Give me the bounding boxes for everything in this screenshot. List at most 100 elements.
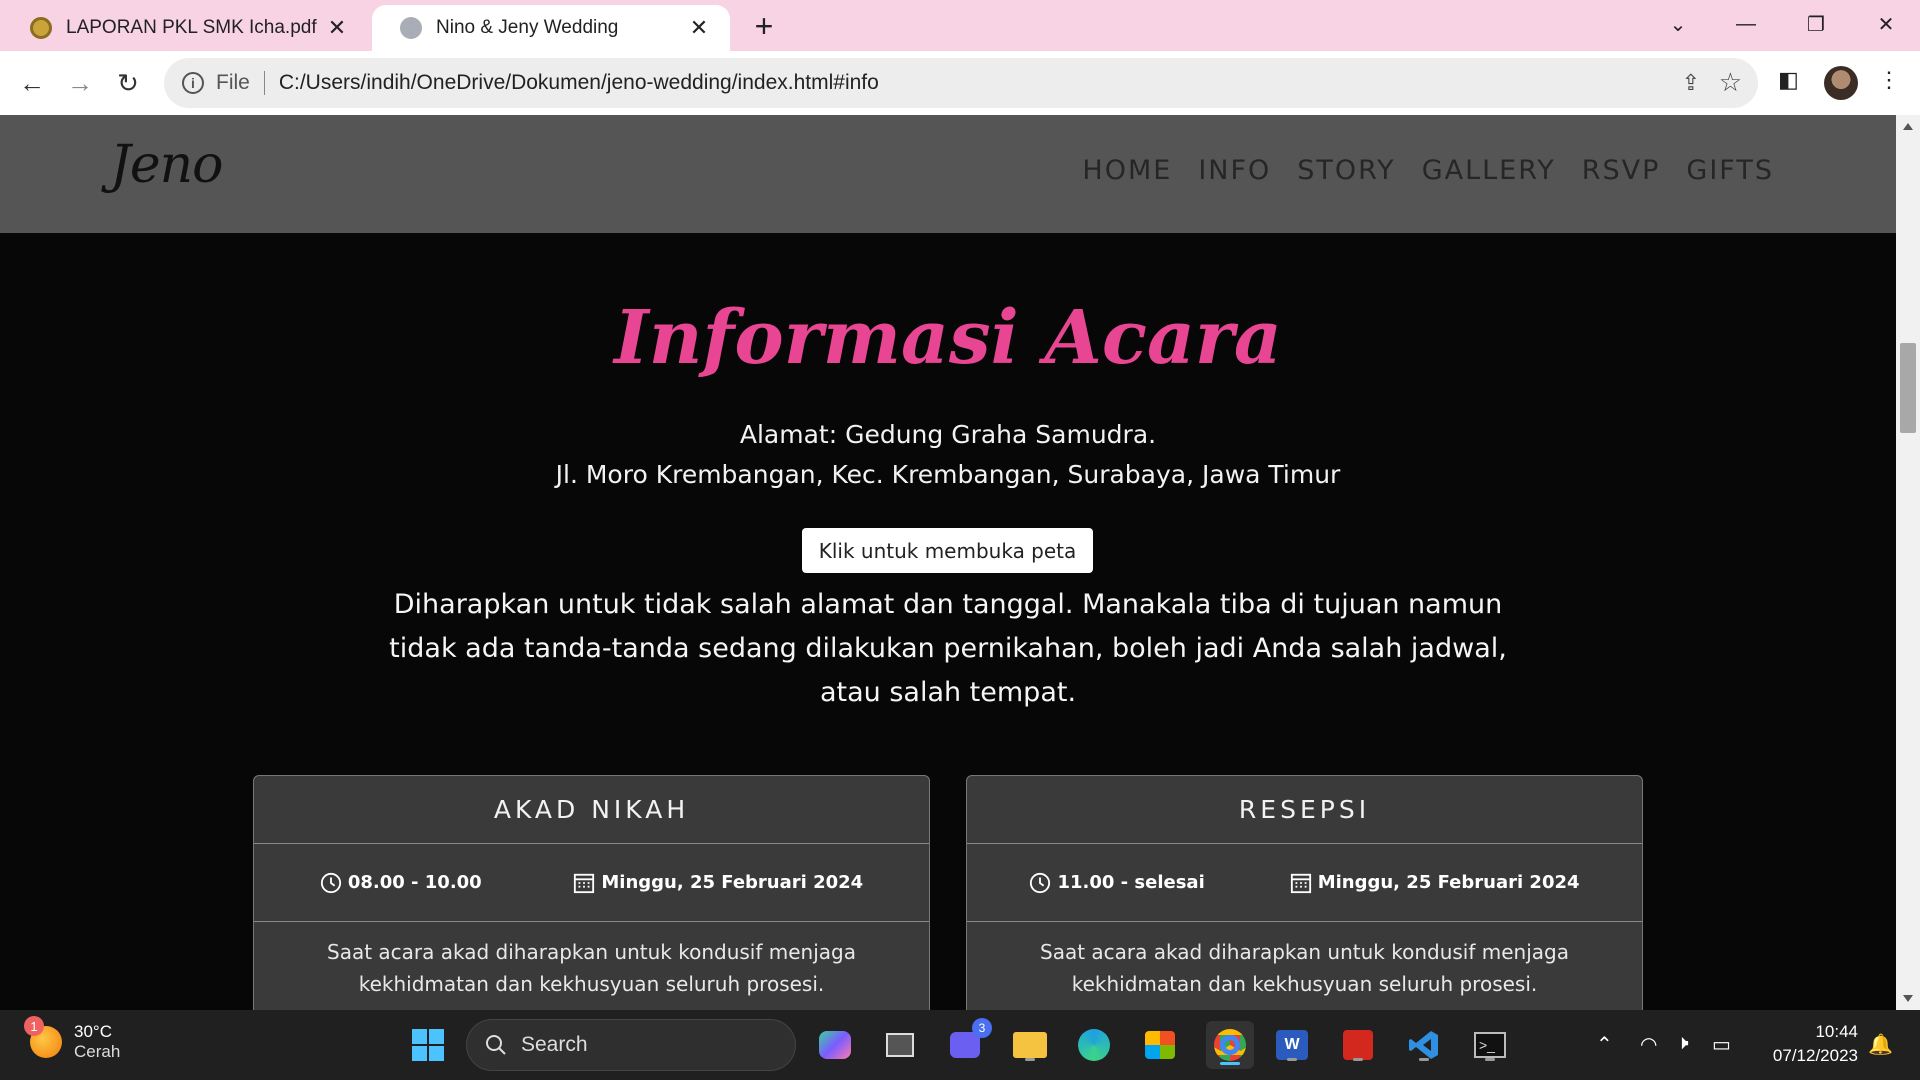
page-scrollbar[interactable] xyxy=(1896,115,1920,1010)
volume-muted-icon[interactable]: 🕨 xyxy=(1676,1032,1689,1055)
scroll-up-icon[interactable] xyxy=(1903,123,1913,130)
teams-badge: 3 xyxy=(972,1018,992,1038)
page-viewport: Jeno HOME INFO STORY GALLERY RSVP GIFTS … xyxy=(0,115,1896,1010)
calendar-icon xyxy=(574,873,595,893)
menu-kebab-icon[interactable]: ⋮ xyxy=(1878,67,1900,93)
weather-temp: 30°C xyxy=(74,1022,112,1041)
system-clock[interactable]: 10:44 07/12/2023 xyxy=(1758,1020,1858,1068)
clock-time: 10:44 xyxy=(1815,1022,1858,1041)
weather-desc: Cerah xyxy=(74,1042,121,1061)
nav-rsvp[interactable]: RSVP xyxy=(1582,155,1661,186)
close-tab-icon[interactable]: ✕ xyxy=(686,15,712,41)
browser-toolbar: ← → ↻ i File C:/Users/indih/OneDrive/Dok… xyxy=(0,51,1920,115)
store-icon[interactable] xyxy=(1140,1025,1180,1065)
address-line-1: Alamat: Gedung Graha Samudra. xyxy=(739,420,1157,449)
event-date: Minggu, 25 Februari 2024 xyxy=(573,872,863,894)
section-heading: Informasi Acara xyxy=(614,295,1282,381)
event-description: Saat acara akad diharapkan untuk kondusi… xyxy=(1040,940,1569,996)
chrome-icon[interactable] xyxy=(1206,1021,1254,1069)
event-time: 11.00 - selesai xyxy=(1029,872,1205,894)
word-icon[interactable]: W xyxy=(1272,1025,1312,1065)
address-line-2: Jl. Moro Krembangan, Kec. Krembangan, Su… xyxy=(555,460,1341,489)
battery-icon[interactable]: ▭ xyxy=(1712,1032,1731,1057)
tab-laporan-pdf[interactable]: LAPORAN PKL SMK Icha.pdf ✕ xyxy=(2,5,368,51)
terminal-icon[interactable]: >_ xyxy=(1470,1025,1510,1065)
globe-favicon-icon xyxy=(400,17,422,39)
close-tab-icon[interactable]: ✕ xyxy=(324,15,350,41)
back-button[interactable]: ← xyxy=(14,65,50,101)
wifi-icon[interactable]: ◠ xyxy=(1640,1032,1657,1057)
url-text[interactable]: C:/Users/indih/OneDrive/Dokumen/jeno-wed… xyxy=(279,71,879,95)
task-view-icon[interactable] xyxy=(880,1025,920,1065)
tab-title: LAPORAN PKL SMK Icha.pdf xyxy=(66,17,317,38)
tab-title: Nino & Jeny Wedding xyxy=(436,17,619,38)
sun-icon: 1 xyxy=(24,1016,62,1058)
open-map-button[interactable]: Klik untuk membuka peta xyxy=(802,528,1093,573)
event-card-akad: AKAD NIKAH 08.00 - 10.00 Minggu, 25 Febr… xyxy=(253,775,930,1010)
share-icon[interactable]: ⇪ xyxy=(1682,70,1700,96)
tray-chevron-icon[interactable]: ⌃ xyxy=(1596,1032,1613,1057)
weather-widget[interactable]: 1 30°C Cerah xyxy=(24,1016,121,1062)
acrobat-icon[interactable] xyxy=(1338,1025,1378,1065)
nav-story[interactable]: STORY xyxy=(1297,155,1395,186)
running-indicator xyxy=(1287,1058,1297,1061)
event-date-text: Minggu, 25 Februari 2024 xyxy=(1317,872,1580,893)
file-explorer-icon[interactable] xyxy=(1010,1025,1050,1065)
event-date: Minggu, 25 Februari 2024 xyxy=(1290,872,1580,894)
profile-avatar[interactable] xyxy=(1824,66,1858,100)
calendar-icon xyxy=(1290,873,1311,893)
event-title: AKAD NIKAH xyxy=(254,776,929,844)
weather-badge: 1 xyxy=(24,1016,44,1036)
edge-icon[interactable] xyxy=(1074,1025,1114,1065)
pdf-favicon-icon xyxy=(30,17,52,39)
site-logo[interactable]: Jeno xyxy=(110,135,223,195)
address-bar[interactable]: i File C:/Users/indih/OneDrive/Dokumen/j… xyxy=(164,58,1758,108)
bookmark-star-icon[interactable]: ☆ xyxy=(1719,67,1742,98)
taskbar-search[interactable]: Search xyxy=(466,1019,796,1071)
side-panel-icon[interactable]: ◧ xyxy=(1778,67,1799,93)
event-time-text: 11.00 - selesai xyxy=(1057,872,1205,893)
event-date-text: Minggu, 25 Februari 2024 xyxy=(601,872,864,893)
forward-button[interactable]: → xyxy=(62,65,98,101)
event-time: 08.00 - 10.00 xyxy=(320,872,482,894)
nav-gifts[interactable]: GIFTS xyxy=(1686,155,1774,186)
reload-button[interactable]: ↻ xyxy=(110,65,146,101)
scroll-down-icon[interactable] xyxy=(1903,995,1913,1002)
new-tab-button[interactable]: + xyxy=(748,8,780,45)
clock-icon xyxy=(320,872,341,893)
clock-date: 07/12/2023 xyxy=(1772,1046,1858,1065)
site-navbar: Jeno HOME INFO STORY GALLERY RSVP GIFTS xyxy=(0,115,1896,233)
running-indicator xyxy=(1353,1058,1363,1061)
nav-info[interactable]: INFO xyxy=(1198,155,1271,186)
minimize-button[interactable]: — xyxy=(1726,6,1766,42)
event-time-text: 08.00 - 10.00 xyxy=(347,872,482,893)
running-indicator xyxy=(1485,1058,1495,1061)
restore-button[interactable]: ❐ xyxy=(1796,6,1836,42)
event-meta: 08.00 - 10.00 Minggu, 25 Februari 2024 xyxy=(254,844,929,922)
teams-icon[interactable]: 3 xyxy=(945,1018,992,1065)
site-menu: HOME INFO STORY GALLERY RSVP GIFTS xyxy=(1082,155,1774,186)
close-window-button[interactable]: ✕ xyxy=(1866,6,1906,42)
copilot-icon[interactable] xyxy=(815,1025,855,1065)
vscode-icon[interactable] xyxy=(1404,1025,1444,1065)
search-icon xyxy=(486,1035,506,1055)
tab-nino-jeny-wedding[interactable]: Nino & Jeny Wedding ✕ xyxy=(372,5,730,51)
notification-bell-icon[interactable]: 🔔 xyxy=(1868,1032,1893,1057)
tab-strip: LAPORAN PKL SMK Icha.pdf ✕ Nino & Jeny W… xyxy=(0,0,1920,51)
nav-home[interactable]: HOME xyxy=(1082,155,1172,186)
scroll-thumb[interactable] xyxy=(1900,343,1916,433)
running-indicator xyxy=(1025,1058,1035,1061)
notice-text: Diharapkan untuk tidak salah alamat dan … xyxy=(389,589,1507,708)
address-block: Alamat: Gedung Graha Samudra. Jl. Moro K… xyxy=(0,415,1896,495)
running-indicator xyxy=(1220,1062,1240,1065)
info-icon[interactable]: i xyxy=(182,72,204,94)
tab-search-chevron-icon[interactable]: ⌄ xyxy=(1658,6,1698,42)
running-indicator xyxy=(1419,1058,1429,1061)
clock-icon xyxy=(1030,872,1051,893)
nav-gallery[interactable]: GALLERY xyxy=(1422,155,1556,186)
windows-taskbar: 1 30°C Cerah Search 3 W >_ ⌃ ◠ 🕨 ▭ 10:44… xyxy=(0,1010,1920,1080)
divider xyxy=(263,71,265,95)
event-description: Saat acara akad diharapkan untuk kondusi… xyxy=(327,940,856,996)
start-icon[interactable] xyxy=(408,1025,448,1065)
event-card-resepsi: RESEPSI 11.00 - selesai Minggu, 25 Febru… xyxy=(966,775,1643,1010)
